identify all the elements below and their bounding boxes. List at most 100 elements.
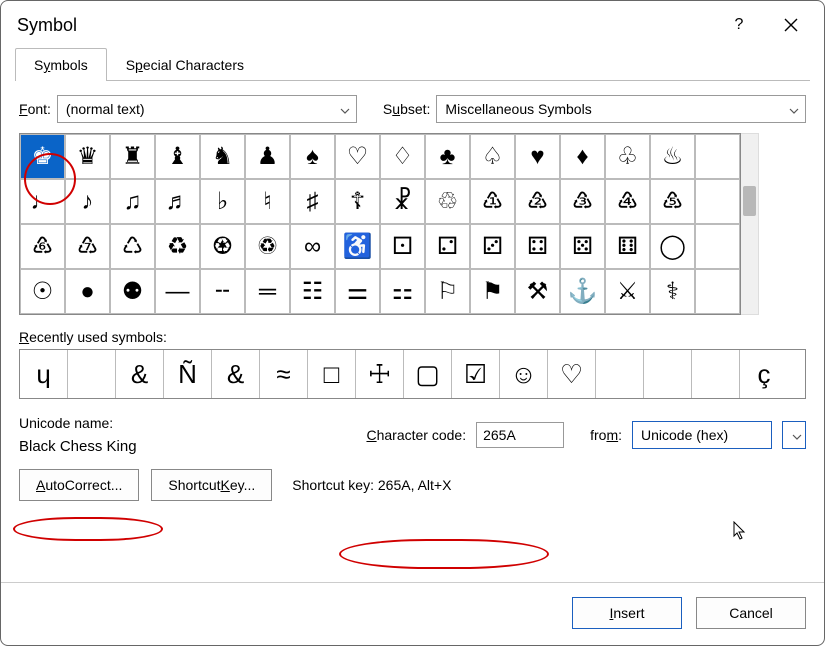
symbol-cell[interactable]: ⚀ xyxy=(380,224,425,269)
recent-symbol-cell[interactable]: Ñ xyxy=(164,350,212,398)
from-select[interactable]: Unicode (hex) xyxy=(632,421,772,449)
symbol-cell[interactable]: ♸ xyxy=(20,224,65,269)
symbol-cell[interactable]: ⚓ xyxy=(560,269,605,314)
unicode-name-label: Unicode name: xyxy=(19,415,137,431)
symbol-cell[interactable]: ♴ xyxy=(515,179,560,224)
symbol-cell[interactable]: ♷ xyxy=(650,179,695,224)
symbol-cell[interactable]: ♲ xyxy=(425,179,470,224)
symbol-cell[interactable]: ♩ xyxy=(20,179,65,224)
symbol-cell[interactable]: ☧ xyxy=(380,179,425,224)
symbol-cell[interactable]: ♢ xyxy=(380,134,425,179)
symbol-cell[interactable]: ♯ xyxy=(290,179,335,224)
symbol-cell[interactable]: ⚌ xyxy=(335,269,380,314)
symbol-cell[interactable]: ♣ xyxy=(425,134,470,179)
recent-symbol-cell[interactable]: & xyxy=(212,350,260,398)
symbol-cell[interactable]: ♫ xyxy=(110,179,155,224)
charcode-input[interactable] xyxy=(476,422,564,448)
symbol-cell[interactable]: ⚄ xyxy=(560,224,605,269)
symbol-cell[interactable]: ⚂ xyxy=(470,224,515,269)
autocorrect-button[interactable]: AutoCorrect... xyxy=(19,469,139,501)
symbol-cell[interactable]: ● xyxy=(65,269,110,314)
symbol-cell[interactable]: ♳ xyxy=(470,179,515,224)
symbol-cell[interactable]: ♚ xyxy=(20,134,65,179)
recent-symbol-cell[interactable] xyxy=(68,350,116,398)
symbol-cell[interactable]: ♧ xyxy=(605,134,650,179)
symbol-cell[interactable]: ⚐ xyxy=(425,269,470,314)
recent-symbol-cell[interactable]: & xyxy=(116,350,164,398)
symbol-cell[interactable]: ♥ xyxy=(515,134,560,179)
recent-symbol-cell[interactable]: ☺ xyxy=(500,350,548,398)
symbol-cell[interactable]: ♝ xyxy=(155,134,200,179)
recent-symbol-cell[interactable]: ç xyxy=(740,350,788,398)
symbol-cell[interactable]: ♡ xyxy=(335,134,380,179)
symbol-cell[interactable]: ⚃ xyxy=(515,224,560,269)
recent-symbol-cell[interactable] xyxy=(692,350,740,398)
recent-symbol-cell[interactable]: ♡ xyxy=(548,350,596,398)
symbol-cell[interactable]: ♭ xyxy=(200,179,245,224)
symbol-cell[interactable] xyxy=(695,224,740,269)
symbol-cell[interactable]: ⚑ xyxy=(470,269,515,314)
symbol-cell[interactable]: ⚕ xyxy=(650,269,695,314)
recent-symbol-cell[interactable]: ▢ xyxy=(404,350,452,398)
tab-pane: Font: (normal text) Subset: Miscellaneou… xyxy=(1,81,824,582)
font-label: Font: xyxy=(19,101,51,117)
recent-symbol-cell[interactable]: ☑ xyxy=(452,350,500,398)
symbol-cell[interactable]: ⚁ xyxy=(425,224,470,269)
symbol-cell[interactable]: ♤ xyxy=(470,134,515,179)
recent-symbol-cell[interactable] xyxy=(596,350,644,398)
symbol-cell[interactable]: ♻ xyxy=(155,224,200,269)
symbol-cell[interactable] xyxy=(695,179,740,224)
symbol-cell[interactable]: ♨ xyxy=(650,134,695,179)
tab-symbols[interactable]: Symbols xyxy=(15,48,107,81)
symbol-cell[interactable]: ♞ xyxy=(200,134,245,179)
symbol-cell[interactable]: ♺ xyxy=(110,224,155,269)
recent-symbol-cell[interactable] xyxy=(644,350,692,398)
symbol-cell[interactable] xyxy=(695,269,740,314)
subset-select[interactable]: Miscellaneous Symbols xyxy=(436,95,806,123)
symbol-cell[interactable]: ╌ xyxy=(200,269,245,314)
cancel-button[interactable]: Cancel xyxy=(696,597,806,629)
symbol-cell[interactable]: ♟ xyxy=(245,134,290,179)
symbol-cell[interactable]: ◯ xyxy=(650,224,695,269)
insert-button[interactable]: Insert xyxy=(572,597,682,629)
recent-symbol-cell[interactable]: □ xyxy=(308,350,356,398)
tab-special-characters[interactable]: Special Characters xyxy=(107,48,263,81)
symbol-cell[interactable]: ♵ xyxy=(560,179,605,224)
symbol-cell[interactable]: — xyxy=(155,269,200,314)
symbol-cell[interactable]: ♛ xyxy=(65,134,110,179)
symbol-cell[interactable]: ♪ xyxy=(65,179,110,224)
symbol-cell[interactable]: ♿ xyxy=(335,224,380,269)
symbol-cell[interactable]: ♠ xyxy=(290,134,335,179)
recent-symbol-cell[interactable]: ≈ xyxy=(260,350,308,398)
symbol-cell[interactable]: ⚏ xyxy=(380,269,425,314)
recent-symbol-cell[interactable]: ☩ xyxy=(356,350,404,398)
grid-scrollbar[interactable] xyxy=(741,133,759,315)
symbol-cell[interactable]: ⚒ xyxy=(515,269,560,314)
symbol-cell[interactable]: ∞ xyxy=(290,224,335,269)
close-button[interactable] xyxy=(774,11,808,39)
shortcut-key-button[interactable]: Shortcut Key... xyxy=(151,469,272,501)
symbol-cell[interactable]: ☉ xyxy=(20,269,65,314)
scrollbar-thumb[interactable] xyxy=(743,186,756,216)
symbol-cell[interactable] xyxy=(695,134,740,179)
chevron-down-icon xyxy=(792,427,802,443)
symbol-cell[interactable]: ═ xyxy=(245,269,290,314)
symbol-cell[interactable]: ♜ xyxy=(110,134,155,179)
help-button[interactable]: ? xyxy=(722,11,756,39)
symbol-cell[interactable]: ♽ xyxy=(245,224,290,269)
symbol-cell[interactable]: ⚉ xyxy=(110,269,155,314)
recent-symbol-cell[interactable]: ɥ xyxy=(20,350,68,398)
symbol-cell[interactable]: ☦ xyxy=(335,179,380,224)
font-select[interactable]: (normal text) xyxy=(57,95,357,123)
recent-label: Recently used symbols: xyxy=(19,329,806,345)
symbol-cell[interactable]: ☷ xyxy=(290,269,335,314)
symbol-cell[interactable]: ♦ xyxy=(560,134,605,179)
from-dropdown-button[interactable] xyxy=(782,421,806,449)
symbol-cell[interactable]: ⚅ xyxy=(605,224,650,269)
symbol-cell[interactable]: ♬ xyxy=(155,179,200,224)
symbol-cell[interactable]: ♹ xyxy=(65,224,110,269)
symbol-cell[interactable]: ⚔ xyxy=(605,269,650,314)
symbol-cell[interactable]: ♮ xyxy=(245,179,290,224)
symbol-cell[interactable]: ♶ xyxy=(605,179,650,224)
symbol-cell[interactable]: ♼ xyxy=(200,224,245,269)
